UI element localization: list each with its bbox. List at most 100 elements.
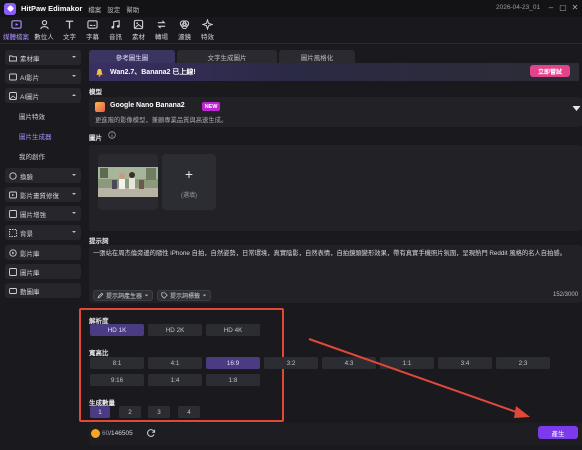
tool-avatar[interactable]: 數位人 <box>30 16 58 43</box>
text-icon <box>64 18 76 30</box>
menu-file[interactable]: 檔案 <box>88 4 101 14</box>
plus-icon: + <box>184 166 194 182</box>
prompt-char-count: 152/3000 <box>553 292 579 298</box>
sidebar-item-video-library[interactable]: 影片庫 <box>5 245 81 260</box>
sidebar-item-asset-library[interactable]: 素材庫 <box>5 50 81 65</box>
count-option[interactable]: 3 <box>148 406 170 418</box>
sidebar-item-image-effects[interactable]: 圖片特效 <box>19 111 45 121</box>
tool-text[interactable]: 文字 <box>58 16 81 43</box>
app-name: HitPaw Edimakor <box>21 4 83 13</box>
tab-text-to-image[interactable]: 文字生成圖片 <box>177 50 277 63</box>
menu-settings[interactable]: 設定 <box>107 4 120 14</box>
sidebar-item-my-creations[interactable]: 我的創作 <box>19 151 45 161</box>
menu-help[interactable]: 幫助 <box>126 4 139 14</box>
chevron-down-icon <box>72 212 76 214</box>
model-logo-icon <box>95 102 105 112</box>
assets-icon <box>133 18 145 30</box>
add-image-button[interactable]: + (選填) <box>162 154 216 210</box>
sidebar-item-background[interactable]: 背景 <box>5 225 81 240</box>
enhance-icon <box>9 191 17 199</box>
aspect-ratio-option[interactable]: 3:4 <box>438 357 492 369</box>
gif-library-icon <box>9 287 17 295</box>
sidebar-item-ai-image[interactable]: AI圖片 <box>5 88 81 103</box>
prompt-label: 提示詞 <box>89 238 109 245</box>
chevron-down-icon <box>72 75 76 77</box>
transition-icon <box>156 18 168 30</box>
ai-image-icon <box>9 91 17 100</box>
image-generator-panel: 參考圖生圖 文字生成圖片 圖片風格化 Wan2.7、Banana2 已上線! 立… <box>79 45 582 450</box>
image-enhance-icon <box>9 209 17 218</box>
aspect-ratio-option[interactable]: 4:1 <box>148 357 202 369</box>
images-label: 圖片 <box>89 135 102 142</box>
aspect-ratio-option[interactable]: 9:16 <box>90 374 144 386</box>
model-name: Google Nano Banana2 <box>110 102 185 109</box>
tab-image-stylize[interactable]: 圖片風格化 <box>279 50 355 63</box>
tool-media[interactable]: 媒體檔案 <box>2 16 30 43</box>
new-badge: NEW <box>202 102 220 111</box>
sidebar-item-image-generator[interactable]: 圖片生成器 <box>19 131 52 141</box>
chevron-down-icon[interactable] <box>572 105 581 112</box>
aspect-ratio-option[interactable]: 1:8 <box>206 374 260 386</box>
face-swap-icon <box>9 171 17 180</box>
count-option[interactable]: 4 <box>178 406 200 418</box>
chevron-up-icon <box>72 94 76 96</box>
tool-audio[interactable]: 音訊 <box>104 16 127 43</box>
aspect-ratio-option[interactable]: 16:9 <box>206 357 260 369</box>
tool-transition[interactable]: 轉場 <box>150 16 173 43</box>
generate-bar: 60/146505 產生 <box>89 423 582 445</box>
chevron-down-icon <box>72 231 76 233</box>
subtitle-icon <box>87 18 99 30</box>
resolution-option[interactable]: HD 4K <box>206 324 260 336</box>
aspect-ratio-option[interactable]: 1:1 <box>380 357 434 369</box>
model-selector[interactable]: Google Nano Banana2 NEW 更進階的影像模型，兼顧專業品質與… <box>89 97 582 127</box>
prompt-text[interactable]: 一張站在周杰倫旁邊的隨性 iPhone 自拍，自然姿勢，日常環境，真實陰影，自然… <box>93 249 579 259</box>
tool-subtitle[interactable]: 字幕 <box>81 16 104 43</box>
avatar-icon <box>38 18 50 30</box>
model-description: 更進階的影像模型，兼顧專業品質與高速生成。 <box>95 117 228 124</box>
tool-effects[interactable]: 特效 <box>196 16 219 43</box>
aspect-ratio-option[interactable]: 8:1 <box>90 357 144 369</box>
chevron-down-icon <box>72 56 76 58</box>
tool-filter[interactable]: 濾鏡 <box>173 16 196 43</box>
sidebar-item-face-swap[interactable]: 換臉 <box>5 168 81 183</box>
sidebar-item-image-library[interactable]: 圖片庫 <box>5 264 81 279</box>
minimize-icon[interactable]: – <box>546 3 556 13</box>
sidebar-item-image-enhance[interactable]: 圖片增強 <box>5 206 81 221</box>
info-icon[interactable] <box>108 131 116 139</box>
aspect-ratio-option[interactable]: 1:4 <box>148 374 202 386</box>
reference-image-thumbnail[interactable] <box>98 154 158 210</box>
build-label: 2026-04-23_01 <box>496 4 541 11</box>
prompt-tags-button[interactable]: 提示詞標籤 <box>157 290 212 301</box>
aspect-ratio-option[interactable]: 2:3 <box>496 357 550 369</box>
sidebar-item-video-enhance[interactable]: 影片畫質修復 <box>5 187 81 202</box>
resolution-option[interactable]: HD 2K <box>148 324 202 336</box>
edit-icon <box>97 292 104 299</box>
sidebar-item-ai-video[interactable]: AI影片 <box>5 69 81 84</box>
bell-icon <box>96 68 103 77</box>
sidebar-item-gif-library[interactable]: 動圖庫 <box>5 283 81 298</box>
folder-icon <box>9 54 17 62</box>
count-option[interactable]: 1 <box>90 406 110 418</box>
refresh-icon[interactable] <box>146 428 156 438</box>
sidebar: 素材庫 AI影片 AI圖片 圖片特效 圖片生成器 我的創作 換臉 影片畫質修復 … <box>0 45 83 450</box>
model-label: 模型 <box>89 89 102 96</box>
prompt-generator-button[interactable]: 提示詞產生器 <box>93 290 154 301</box>
video-library-icon <box>9 248 17 257</box>
tab-image-to-image[interactable]: 參考圖生圖 <box>89 50 175 63</box>
chevron-down-icon <box>144 294 149 297</box>
tool-assets[interactable]: 素材 <box>127 16 150 43</box>
maximize-icon[interactable]: ▢ <box>558 3 568 13</box>
background-icon <box>9 228 17 237</box>
optional-label: (選填) <box>181 193 197 199</box>
aspect-ratio-option[interactable]: 3:2 <box>264 357 318 369</box>
count-option[interactable]: 2 <box>119 406 141 418</box>
resolution-option[interactable]: HD 1K <box>90 324 144 336</box>
effects-icon <box>202 18 214 30</box>
media-icon <box>10 18 22 30</box>
prompt-input[interactable]: 一張站在周杰倫旁邊的隨性 iPhone 自拍，自然姿勢，日常環境，真實陰影，自然… <box>89 245 582 303</box>
title-bar: HitPaw Edimakor 檔案 設定 幫助 2026-04-23_01 –… <box>0 0 582 17</box>
close-icon[interactable]: ✕ <box>570 3 580 13</box>
generate-button[interactable]: 產生 <box>538 426 578 439</box>
try-now-button[interactable]: 立即嘗試 <box>530 65 570 77</box>
aspect-ratio-option[interactable]: 4:3 <box>322 357 376 369</box>
